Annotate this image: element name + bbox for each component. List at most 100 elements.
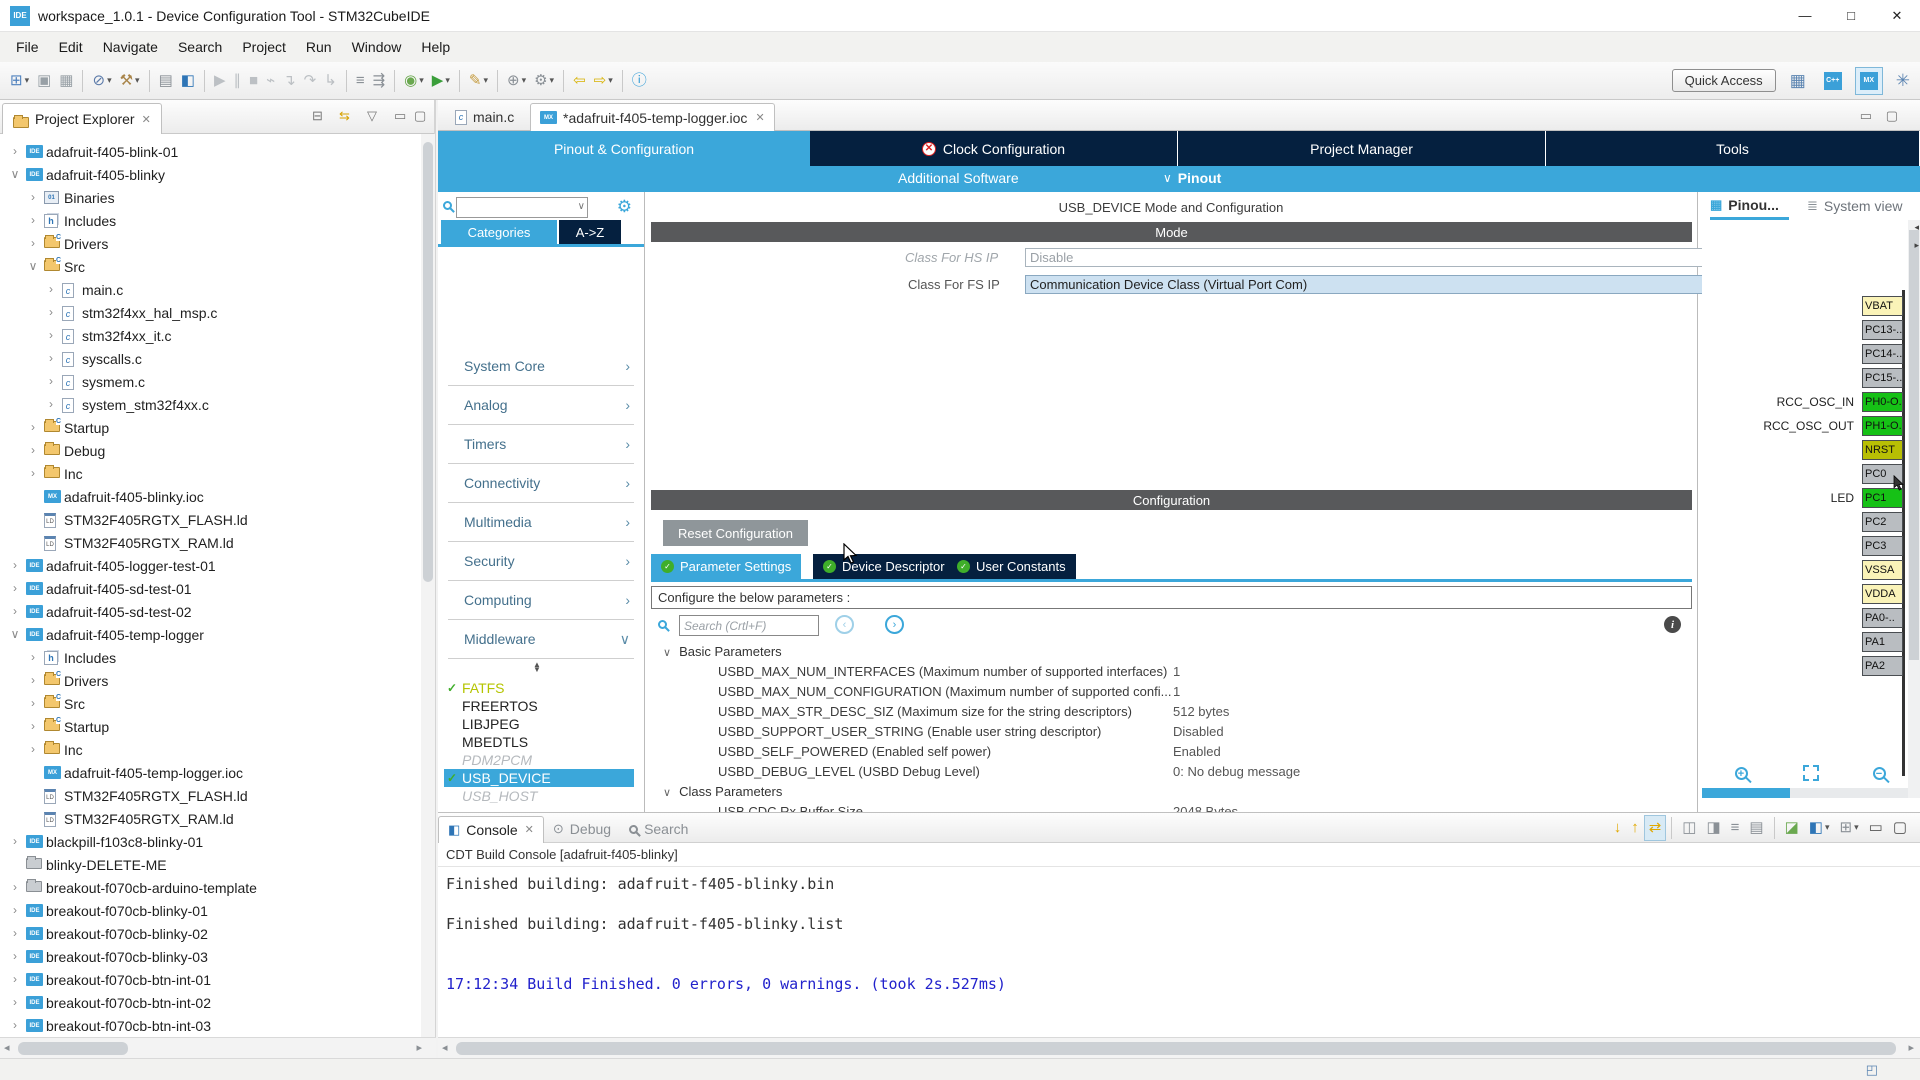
info-icon[interactable]: i (1664, 616, 1681, 633)
next-match-button[interactable]: › (885, 615, 904, 634)
tree-item[interactable]: LDSTM32F405RGTX_FLASH.ld (0, 786, 434, 808)
console-tab-console[interactable]: ◧Console✕ (438, 816, 544, 843)
tab-pinout-configuration[interactable]: Pinout & Configuration (438, 131, 810, 166)
menu-run[interactable]: Run (296, 35, 342, 59)
scroll-right-icon[interactable]: ▸ (1908, 1041, 1914, 1054)
tree-item[interactable]: ›cstm32f4xx_it.c (0, 326, 434, 348)
step-into-icon[interactable]: ↴ (280, 68, 299, 94)
trace-icon[interactable]: ⇶ (370, 68, 389, 94)
new-cpp-element-icon[interactable]: ⊕▾ (504, 68, 529, 94)
new-wizard-icon[interactable]: ⊞▾ (7, 68, 32, 94)
open-element-icon[interactable]: ▤ (156, 68, 176, 94)
tree-item[interactable]: ›01Binaries (0, 188, 434, 210)
expander-icon[interactable]: › (44, 328, 58, 342)
tree-item[interactable]: ›Inc (0, 464, 434, 486)
pinout-horizontal-scrollbar[interactable] (1702, 788, 1908, 798)
parameter-value[interactable]: 1 (1173, 684, 1180, 699)
link-with-editor-icon[interactable]: ⇆ (339, 108, 350, 124)
explorer-horizontal-scrollbar[interactable]: ◂ ▸ (0, 1037, 436, 1058)
dropdown-caret-icon[interactable]: ▾ (483, 75, 488, 86)
tree-item[interactable]: ›IDEadafruit-f405-sd-test-02 (0, 602, 434, 624)
tree-item[interactable]: MXadafruit-f405-temp-logger.ioc (0, 763, 434, 785)
parameter-row[interactable]: USBD_SUPPORT_USER_STRING (Enable user st… (718, 724, 1688, 744)
parameter-value[interactable]: 1 (1173, 664, 1180, 679)
scrollbar-thumb[interactable] (18, 1042, 128, 1055)
parameter-value[interactable]: 0: No debug message (1173, 764, 1300, 779)
menu-navigate[interactable]: Navigate (93, 35, 168, 59)
editor-horizontal-scrollbar[interactable]: ◂ ▸ (438, 1037, 1920, 1058)
pinout-vertical-scrollbar[interactable] (1908, 220, 1920, 798)
dropdown-caret-icon[interactable]: ▾ (550, 75, 555, 86)
debug-icon[interactable]: ◉▾ (401, 68, 427, 94)
info-icon[interactable]: ⓘ (629, 68, 650, 94)
expander-icon[interactable]: › (26, 236, 40, 250)
parameter-group-header[interactable]: ∨Basic Parameters (663, 644, 782, 664)
tree-item[interactable]: ›Startup (0, 418, 434, 440)
dropdown-caret-icon[interactable]: ▾ (107, 75, 112, 86)
expander-icon[interactable]: › (8, 903, 22, 917)
cpp-perspective-button[interactable]: C++ (1820, 68, 1846, 94)
tree-item[interactable]: blinky-DELETE-ME (0, 855, 434, 877)
expander-icon[interactable]: › (44, 351, 58, 365)
disconnect-icon[interactable]: ⌁ (263, 68, 278, 94)
expander-icon[interactable]: › (26, 443, 40, 457)
editor-tab[interactable]: MX*adafruit-f405-temp-logger.ioc✕ (530, 103, 775, 131)
expander-icon[interactable]: › (8, 949, 22, 963)
tree-item[interactable]: ›IDEbreakout-f070cb-btn-int-03 (0, 1016, 434, 1037)
save-all-icon[interactable]: ▦ (56, 68, 76, 94)
tab-system-view[interactable]: ≣ System view (1807, 192, 1902, 220)
skip-all-breakpoints-icon[interactable]: ⊘▾ (89, 68, 114, 94)
back-icon[interactable]: ⇦ (570, 68, 589, 94)
tree-item[interactable]: ›IDEbreakout-f070cb-blinky-03 (0, 947, 434, 969)
close-button[interactable]: ✕ (1874, 0, 1920, 32)
tree-item[interactable]: ›IDEadafruit-f405-logger-test-01 (0, 556, 434, 578)
tree-item[interactable]: ›Src (0, 694, 434, 716)
suspend-icon[interactable]: ∥ (231, 68, 245, 94)
menu-help[interactable]: Help (411, 35, 460, 59)
resume-icon[interactable]: ▶ (211, 68, 229, 94)
build-icon[interactable]: ⚒▾ (117, 68, 143, 94)
save-icon[interactable]: ▣ (34, 68, 54, 94)
tab-user-constants[interactable]: ✓User Constants (947, 554, 1076, 579)
pin-box[interactable]: PH0-O.. (1862, 392, 1903, 412)
parameter-row[interactable]: USBD_MAX_NUM_CONFIGURATION (Maximum numb… (718, 684, 1688, 704)
tree-item[interactable]: ∨IDEadafruit-f405-blinky (0, 165, 434, 187)
expander-icon[interactable]: › (8, 1018, 22, 1032)
tree-item[interactable]: ›cstm32f4xx_hal_msp.c (0, 303, 434, 325)
expander-icon[interactable]: › (44, 374, 58, 388)
project-tree-scrollbar[interactable] (421, 134, 435, 1037)
expander-icon[interactable]: ∨ (8, 627, 22, 641)
additional-software-button[interactable]: Additional Software (898, 170, 1019, 186)
parameter-row[interactable]: USBD_MAX_NUM_INTERFACES (Maximum number … (718, 664, 1688, 684)
expander-icon[interactable]: › (26, 673, 40, 687)
middleware-mbedtls[interactable]: MBEDTLS (444, 733, 634, 751)
category-connectivity[interactable]: Connectivity› (448, 464, 634, 503)
close-icon[interactable]: ✕ (525, 823, 534, 836)
parameter-value[interactable]: 512 bytes (1173, 704, 1229, 719)
tree-item[interactable]: ›IDEbreakout-f070cb-blinky-01 (0, 901, 434, 923)
tree-item[interactable]: ∨IDEadafruit-f405-temp-logger (0, 625, 434, 647)
profile-icon[interactable]: ≡ (353, 68, 368, 94)
scroll-indicator-icon[interactable]: ▲▼ (533, 662, 541, 672)
middleware-usb_host[interactable]: USB_HOST (444, 787, 634, 805)
tree-item[interactable]: MXadafruit-f405-blinky.ioc (0, 487, 434, 509)
maximize-icon[interactable]: ▢ (414, 108, 426, 124)
show-console-on-change-icon[interactable]: ⇄ (1645, 816, 1666, 840)
clear-console-icon[interactable]: ▤ (1745, 816, 1767, 840)
step-over-icon[interactable]: ↷ (301, 68, 320, 94)
console-tab-search[interactable]: Search (620, 816, 697, 843)
reset-configuration-button[interactable]: Reset Configuration (663, 520, 808, 546)
expander-icon[interactable]: › (26, 420, 40, 434)
open-console-view-icon[interactable]: ◧ (178, 68, 198, 94)
expander-icon[interactable]: › (8, 834, 22, 848)
parameter-value[interactable]: Enabled (1173, 744, 1221, 759)
middleware-libjpeg[interactable]: LIBJPEG (444, 715, 634, 733)
tree-item[interactable]: LDSTM32F405RGTX_RAM.ld (0, 533, 434, 555)
next-annotation-icon[interactable]: ↓ (1610, 816, 1626, 840)
device-config-perspective-button[interactable]: MX (1856, 68, 1882, 94)
scroll-right-icon[interactable]: ▸ (416, 1041, 422, 1054)
tree-item[interactable]: ›hIncludes (0, 648, 434, 670)
expander-icon[interactable]: › (8, 972, 22, 986)
external-tools-icon[interactable]: ✎▾ (466, 68, 491, 94)
category-multimedia[interactable]: Multimedia› (448, 503, 634, 542)
